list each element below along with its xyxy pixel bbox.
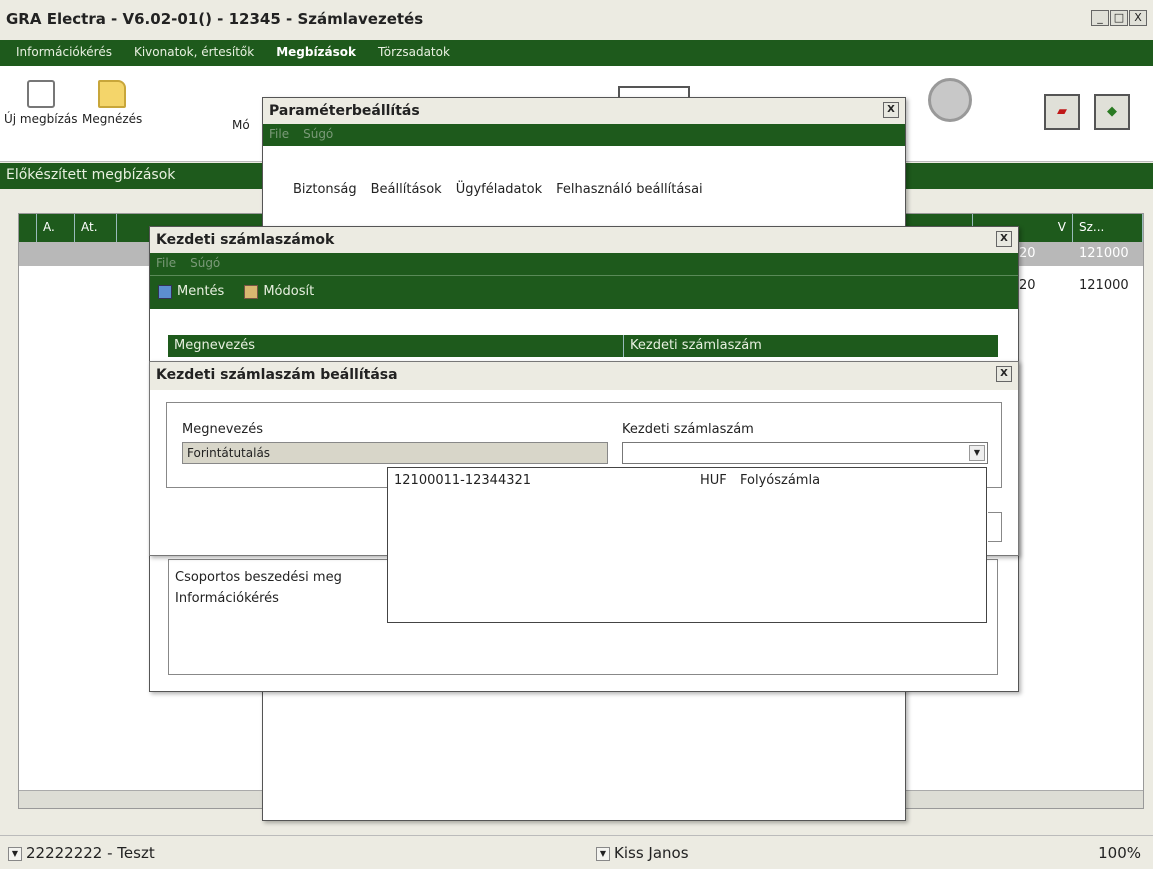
menu-file[interactable]: File bbox=[269, 127, 289, 143]
tab-biztonsag[interactable]: Biztonság bbox=[293, 182, 357, 197]
menu-informaciokeres[interactable]: Információkérés bbox=[16, 45, 112, 66]
view-label: Megnézés bbox=[82, 112, 143, 126]
close-button[interactable]: X bbox=[1129, 10, 1147, 26]
menu-file[interactable]: File bbox=[156, 256, 176, 272]
new-order-label: Új megbízás bbox=[4, 112, 78, 126]
chevron-down-icon[interactable]: ▼ bbox=[969, 445, 985, 461]
save-icon bbox=[158, 284, 172, 299]
modify-label: Módosít bbox=[263, 284, 315, 299]
menu-kivonatok[interactable]: Kivonatok, értesítők bbox=[134, 45, 254, 66]
set-dialog-title: Kezdeti számlaszám beállítása bbox=[156, 367, 398, 383]
section-title: Előkészített megbízások bbox=[6, 167, 176, 183]
dropdown-option[interactable]: 12100011-12344321 HUF Folyószámla bbox=[388, 468, 986, 493]
kezdeti-toolbar: Mentés Módosít bbox=[150, 275, 1018, 309]
param-dialog-title: Paraméterbeállítás bbox=[269, 103, 420, 119]
minimize-button[interactable]: _ bbox=[1091, 10, 1109, 26]
modify-label: Mó bbox=[232, 118, 250, 132]
set-dialog-title-bar: Kezdeti számlaszám beállítása X bbox=[150, 362, 1018, 390]
client-selector[interactable]: ▼ 22222222 - Teszt bbox=[8, 844, 155, 862]
dropdown-option-account: 12100011-12344321 bbox=[394, 473, 532, 488]
book-green-icon[interactable]: ◆ bbox=[1094, 94, 1130, 130]
account-dropdown-list: 12100011-12344321 HUF Folyószámla bbox=[387, 467, 987, 623]
col-kezdeti-szamlaszam[interactable]: Kezdeti számlaszám bbox=[624, 335, 998, 357]
user-label: Kiss Janos bbox=[614, 844, 689, 862]
menu-torzsadatok[interactable]: Törzsadatok bbox=[378, 45, 450, 66]
refresh-icon[interactable] bbox=[928, 78, 972, 122]
tab-beallitasok[interactable]: Beállítások bbox=[371, 182, 442, 197]
close-icon[interactable]: X bbox=[996, 231, 1012, 247]
col-at[interactable]: At. bbox=[75, 214, 117, 242]
table-cell: 121000 bbox=[1079, 246, 1129, 261]
new-order-button[interactable]: Új megbízás bbox=[4, 80, 77, 126]
save-button[interactable]: Mentés bbox=[158, 284, 224, 301]
param-dialog-menu: File Súgó bbox=[263, 124, 905, 146]
close-icon[interactable]: X bbox=[883, 102, 899, 118]
table-cell: 121000 bbox=[1079, 278, 1129, 293]
param-dialog-title-bar: Paraméterbeállítás X bbox=[263, 98, 905, 124]
table-cell: 20 bbox=[1019, 278, 1036, 293]
tab-felhasznalo[interactable]: Felhasználó beállításai bbox=[556, 182, 703, 197]
col-blank bbox=[19, 214, 37, 242]
close-icon[interactable]: X bbox=[996, 366, 1012, 382]
new-document-icon bbox=[26, 80, 55, 108]
window-title-bar: GRA Electra - V6.02-01() - 12345 - Száml… bbox=[0, 0, 1153, 40]
kezdeti-dialog-title: Kezdeti számlaszámok bbox=[156, 232, 335, 248]
col-a[interactable]: A. bbox=[37, 214, 75, 242]
client-label: 22222222 - Teszt bbox=[26, 844, 155, 862]
modify-button[interactable]: Mó bbox=[232, 118, 250, 132]
name-field: Forintátutalás bbox=[182, 442, 608, 464]
col-megnevezes[interactable]: Megnevezés bbox=[168, 335, 624, 357]
kezdeti-dialog-menu: File Súgó bbox=[150, 253, 1018, 275]
view-button[interactable]: Megnézés bbox=[82, 80, 142, 126]
book-red-icon[interactable]: ▰ bbox=[1044, 94, 1080, 130]
folder-icon bbox=[98, 80, 127, 108]
menu-help[interactable]: Súgó bbox=[190, 256, 220, 272]
chevron-down-icon: ▼ bbox=[596, 846, 610, 861]
param-tabs: Biztonság Beállítások Ügyféladatok Felha… bbox=[263, 146, 905, 197]
modify-button[interactable]: Módosít bbox=[244, 284, 314, 301]
name-label: Megnevezés bbox=[182, 422, 263, 437]
kezdeti-dialog-title-bar: Kezdeti számlaszámok X bbox=[150, 227, 1018, 253]
menu-megbizasok[interactable]: Megbízások bbox=[276, 45, 356, 66]
table-cell: 20 bbox=[1019, 246, 1036, 261]
user-selector[interactable]: ▼ Kiss Janos bbox=[596, 844, 689, 862]
account-select[interactable]: ▼ bbox=[622, 442, 988, 464]
chevron-down-icon: ▼ bbox=[8, 846, 22, 861]
window-title: GRA Electra - V6.02-01() - 12345 - Száml… bbox=[6, 10, 424, 28]
tab-ugyfeladatok[interactable]: Ügyféladatok bbox=[456, 182, 542, 197]
account-label: Kezdeti számlaszám bbox=[622, 422, 754, 437]
window-controls: _ □ X bbox=[1091, 10, 1147, 26]
save-label: Mentés bbox=[177, 284, 225, 299]
kezdeti-table-header: Megnevezés Kezdeti számlaszám bbox=[168, 335, 998, 357]
status-bar: ▼ 22222222 - Teszt ▼ Kiss Janos 100% bbox=[0, 835, 1153, 869]
hidden-button-edge bbox=[988, 512, 1002, 542]
dropdown-option-type: Folyószámla bbox=[740, 473, 821, 488]
main-menu-bar: Információkérés Kivonatok, értesítők Meg… bbox=[0, 40, 1153, 66]
col-sz[interactable]: Sz... bbox=[1073, 214, 1143, 242]
dropdown-option-currency: HUF bbox=[700, 473, 727, 488]
zoom-level: 100% bbox=[1098, 844, 1141, 862]
edit-icon bbox=[244, 284, 259, 299]
maximize-button[interactable]: □ bbox=[1110, 10, 1128, 26]
menu-help[interactable]: Súgó bbox=[303, 127, 333, 143]
